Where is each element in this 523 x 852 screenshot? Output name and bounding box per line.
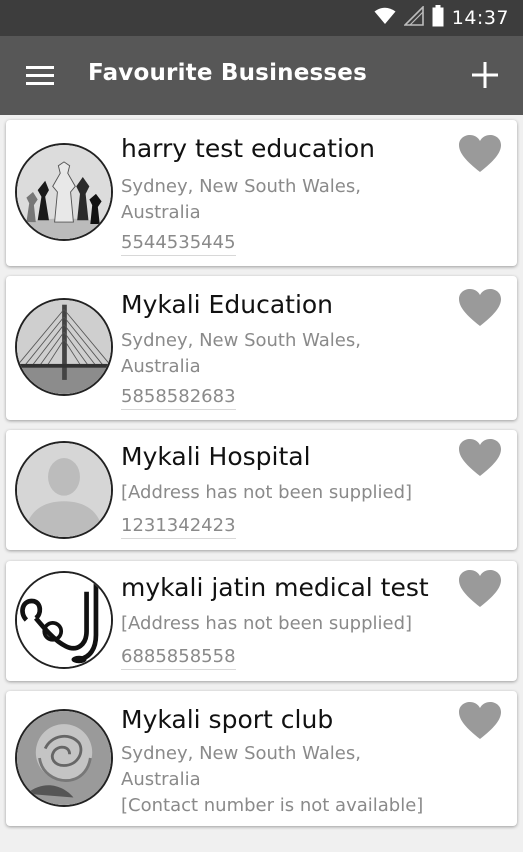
address-line: Sydney, New South Wales,: [121, 176, 361, 197]
address-line: Sydney, New South Wales,: [121, 330, 361, 351]
business-contact-unavailable: [Contact number is not available]: [121, 795, 424, 816]
business-card[interactable]: mykali jatin medical test [Address has n…: [6, 561, 517, 681]
address-line: Australia: [121, 202, 201, 223]
business-name: Mykali Hospital: [121, 442, 311, 471]
signal-icon: [402, 5, 424, 30]
heart-icon[interactable]: [458, 569, 502, 609]
business-avatar-bridge: [15, 298, 113, 396]
address-line: [Address has not been supplied]: [121, 482, 413, 503]
status-icons: 14:37: [374, 5, 509, 31]
business-avatar-stethoscope: [15, 571, 113, 669]
address-line: Australia: [121, 769, 201, 790]
heart-icon[interactable]: [458, 438, 502, 478]
business-phone[interactable]: 5858582683: [121, 386, 236, 410]
business-name: mykali jatin medical test: [121, 573, 429, 602]
status-time: 14:37: [451, 7, 509, 29]
business-card[interactable]: harry test education Sydney, New South W…: [6, 120, 517, 266]
address-line: [Address has not been supplied]: [121, 613, 413, 634]
business-name: Mykali Education: [121, 290, 334, 319]
battery-icon: [432, 5, 444, 31]
business-card[interactable]: Mykali Education Sydney, New South Wales…: [6, 276, 517, 420]
page-title: Favourite Businesses: [88, 60, 368, 86]
address-line: Sydney, New South Wales,: [121, 743, 361, 764]
app-bar: Favourite Businesses: [0, 36, 523, 115]
address-line: Australia: [121, 356, 201, 377]
business-card[interactable]: Mykali Hospital [Address has not been su…: [6, 430, 517, 550]
business-address: [Address has not been supplied]: [121, 611, 441, 637]
business-phone[interactable]: 6885858558: [121, 646, 236, 670]
status-bar: 14:37: [0, 0, 523, 36]
business-name: Mykali sport club: [121, 705, 334, 734]
business-address: Sydney, New South Wales, Australia: [121, 741, 441, 793]
heart-icon[interactable]: [458, 134, 502, 174]
hamburger-menu-icon[interactable]: [22, 60, 62, 92]
heart-icon[interactable]: [458, 701, 502, 741]
business-address: [Address has not been supplied]: [121, 480, 441, 506]
business-card[interactable]: Mykali sport club Sydney, New South Wale…: [6, 691, 517, 826]
business-address: Sydney, New South Wales, Australia: [121, 328, 441, 380]
business-avatar-rose: [15, 709, 113, 807]
plus-icon[interactable]: [468, 58, 502, 92]
heart-icon[interactable]: [458, 288, 502, 328]
business-address: Sydney, New South Wales, Australia: [121, 174, 441, 226]
default-person-avatar-icon: [15, 441, 113, 539]
business-phone[interactable]: 5544535445: [121, 232, 236, 256]
business-avatar-chess: [15, 143, 113, 241]
business-name: harry test education: [121, 134, 376, 163]
wifi-icon: [374, 7, 396, 29]
business-phone[interactable]: 1231342423: [121, 515, 236, 539]
